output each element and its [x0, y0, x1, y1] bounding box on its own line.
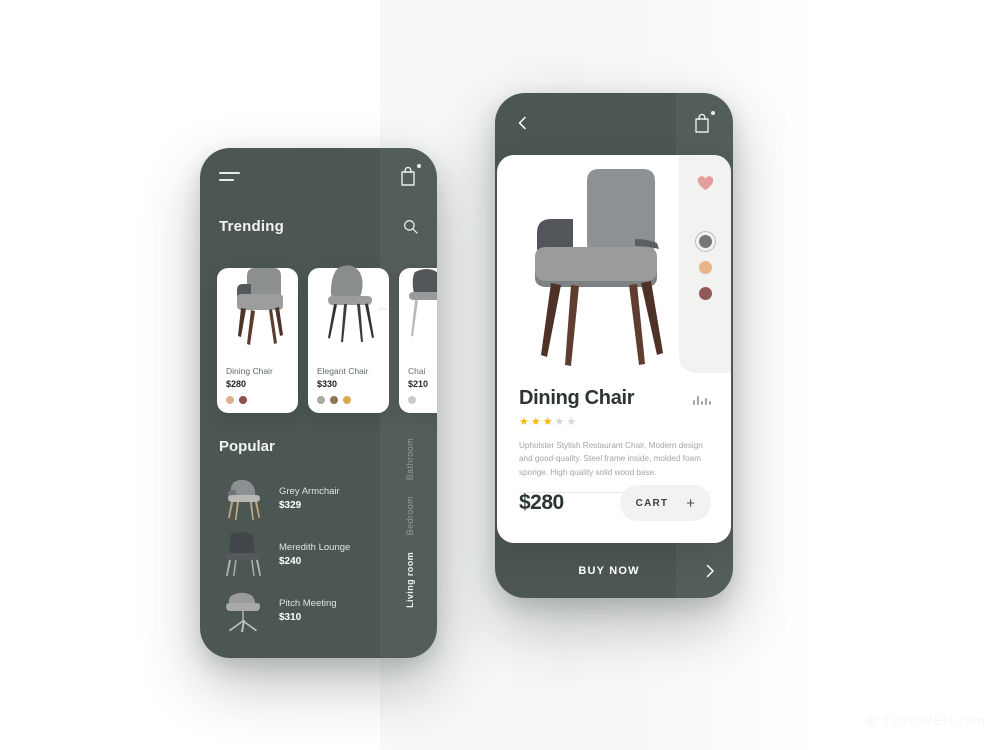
swatch-option[interactable] [698, 287, 712, 300]
trending-card-price: $280 [226, 379, 247, 389]
trending-card[interactable]: Chai $210 [399, 268, 437, 413]
swatch-option[interactable] [698, 261, 712, 274]
left-phone-home-screen: Trending Dining Chair $280 Elegant Chair… [200, 148, 437, 658]
trending-card-price: $330 [317, 379, 338, 389]
product-image-elegant-chair [308, 246, 389, 358]
list-item-name: Grey Armchair [279, 485, 340, 497]
buy-now-bar: BUY NOW [495, 543, 733, 598]
shopping-bag-glyph [401, 166, 415, 186]
color-swatch [317, 396, 325, 404]
product-thumb-grey-armchair [217, 472, 269, 524]
bag-badge-dot [417, 164, 421, 168]
price-and-cart-row: $280 CART + [519, 485, 711, 521]
color-swatch [226, 396, 234, 404]
list-item-name: Pitch Meeting [279, 597, 337, 609]
screenshot-stage: Trending Dining Chair $280 Elegant Chair… [0, 0, 1000, 750]
trending-card-meta: Dining Chair $280 [226, 366, 292, 404]
color-swatch-panel [679, 155, 731, 373]
product-image-dining-chair-large [515, 165, 699, 370]
product-hero [497, 155, 731, 377]
bag-badge-dot [711, 111, 715, 115]
back-chevron-icon[interactable] [516, 116, 530, 130]
product-detail-sheet: Dining Chair ★ ★ ★ ★ ★ Upholster Stylish… [497, 155, 731, 543]
star-icon: ★ [530, 416, 541, 428]
watermark: TODOPEN.com [865, 713, 986, 728]
trending-header: Trending [219, 208, 418, 244]
color-swatch [343, 396, 351, 404]
cart-button-label: CART [635, 497, 669, 509]
right-phone-product-screen: Dining Chair ★ ★ ★ ★ ★ Upholster Stylish… [495, 93, 733, 598]
forward-chevron-icon[interactable] [687, 564, 733, 578]
side-tab-marker [378, 308, 387, 310]
product-rating: ★ ★ ★ ★ ★ [519, 417, 711, 428]
hamburger-menu-icon[interactable] [219, 171, 240, 181]
shopping-bag-glyph [695, 113, 709, 133]
star-icon: ★ [554, 416, 565, 428]
trending-card-price: $210 [408, 379, 429, 389]
watermark-text: TODOPEN.com [882, 713, 986, 728]
trending-carousel[interactable]: Dining Chair $280 Elegant Chair $330 Cha… [217, 265, 437, 416]
list-item-text: Meredith Lounge $240 [279, 542, 350, 567]
product-name: Dining Chair [519, 387, 635, 409]
trending-card[interactable]: Dining Chair $280 [217, 268, 298, 413]
trending-card-meta: Elegant Chair $330 [317, 366, 383, 404]
list-item-name: Meredith Lounge [279, 541, 351, 553]
product-info: Dining Chair ★ ★ ★ ★ ★ Upholster Stylish… [519, 387, 711, 493]
product-thumb-pitch-meeting [217, 584, 269, 636]
list-item-text: Grey Armchair $329 [279, 486, 340, 511]
category-side-tabs: Bathroom Bedroom Living room [393, 438, 427, 638]
list-item-price: $240 [279, 555, 302, 567]
product-thumb-meredith-lounge [217, 528, 269, 580]
left-phone-topbar [200, 148, 437, 204]
section-title-trending: Trending [219, 217, 284, 235]
product-image-dining-chair [217, 246, 298, 358]
list-item-text: Pitch Meeting $310 [279, 598, 337, 623]
heart-icon[interactable] [697, 175, 714, 191]
equalizer-icon[interactable] [693, 393, 711, 405]
list-item-price: $310 [279, 611, 302, 623]
trending-card-name: Dining Chair [226, 366, 273, 376]
trending-card-colors[interactable] [226, 396, 292, 404]
star-icon: ★ [519, 416, 529, 428]
trending-card-name: Elegant Chair [317, 366, 369, 376]
product-price: $280 [519, 491, 564, 514]
color-swatch [330, 396, 338, 404]
side-tab-bedroom[interactable]: Bedroom [405, 496, 415, 535]
plus-icon: + [686, 494, 695, 512]
shopping-bag-icon[interactable] [398, 164, 421, 187]
forward-chevron-glyph [706, 564, 714, 577]
star-icon: ★ [566, 416, 577, 428]
product-image-third-chair [399, 246, 437, 358]
star-icon: ★ [542, 416, 553, 428]
add-to-cart-button[interactable]: CART + [619, 485, 711, 521]
color-swatch [239, 396, 247, 404]
list-item-price: $329 [279, 499, 302, 511]
trending-card-colors[interactable] [317, 396, 383, 404]
shopping-bag-icon[interactable] [692, 111, 715, 134]
buy-now-button[interactable]: BUY NOW [495, 565, 687, 577]
color-swatch [408, 396, 416, 404]
right-phone-topbar [495, 93, 733, 153]
product-title-row: Dining Chair [519, 387, 711, 410]
search-icon[interactable] [403, 219, 418, 234]
side-tab-bathroom[interactable]: Bathroom [405, 438, 415, 480]
trending-card[interactable]: Elegant Chair $330 [308, 265, 389, 413]
product-description: Upholster Stylish Restaurant Chair. Mode… [519, 441, 703, 477]
side-tab-living-room[interactable]: Living room [405, 552, 415, 608]
trending-card-colors[interactable] [408, 396, 437, 404]
swatch-list [694, 231, 716, 300]
trending-card-name: Chai [408, 366, 426, 376]
trending-card-meta: Chai $210 [408, 366, 437, 404]
swatch-option-selected[interactable] [694, 231, 716, 252]
section-title-popular: Popular [219, 438, 275, 455]
logo-icon [865, 714, 878, 727]
